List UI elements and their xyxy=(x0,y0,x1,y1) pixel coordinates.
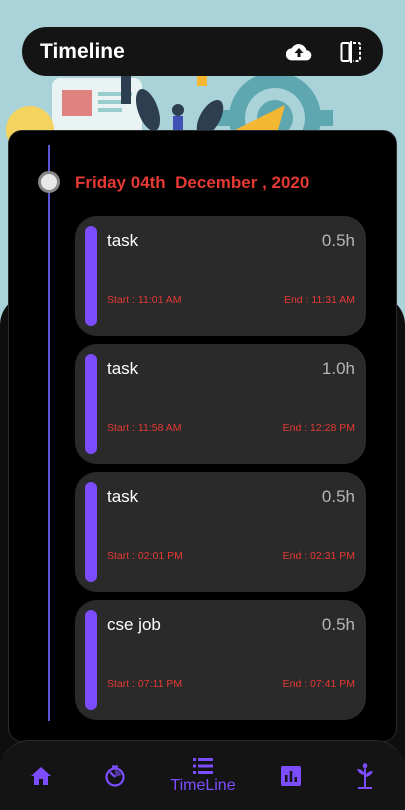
task-name: task xyxy=(107,231,139,250)
plant-icon xyxy=(357,763,373,789)
nav-label-timeline: TimeLine xyxy=(170,777,236,794)
task-color-bar xyxy=(85,226,97,326)
split-view-icon[interactable] xyxy=(337,38,365,66)
timeline-dot xyxy=(38,171,60,193)
task-start-time: Start : 11:01 AM xyxy=(107,294,182,306)
task-start-time: Start : 07:11 PM xyxy=(107,678,183,690)
nav-item-timeline[interactable]: TimeLine xyxy=(160,741,246,810)
task-duration: 0.5h xyxy=(321,615,355,634)
top-app-bar: Timeline xyxy=(22,27,383,76)
page-title: Timeline xyxy=(40,39,125,63)
task-color-bar xyxy=(85,354,97,454)
list-icon xyxy=(193,758,213,774)
task-name: task xyxy=(107,359,139,378)
date-header: Friday 04th December , 2020 xyxy=(75,173,310,192)
bar-chart-icon xyxy=(281,766,301,786)
task-duration: 1.0h xyxy=(321,359,355,378)
task-name: task xyxy=(107,487,139,506)
appbar-actions xyxy=(285,38,365,66)
task-end-time: End : 11:31 AM xyxy=(283,294,355,306)
task-item[interactable]: task 0.5h Start : 02:01 PM End : 02:31 P… xyxy=(75,472,366,592)
task-color-bar xyxy=(85,482,97,582)
task-end-time: End : 12:28 PM xyxy=(282,422,355,434)
task-item[interactable]: task 1.0h Start : 11:58 AM End : 12:28 P… xyxy=(75,344,366,464)
task-end-time: End : 02:31 PM xyxy=(282,550,355,562)
task-color-bar xyxy=(85,610,97,710)
task-item[interactable]: task 0.5h Start : 11:01 AM End : 11:31 A… xyxy=(75,216,366,336)
task-name: cse job xyxy=(107,615,161,634)
bottom-navigation: TimeLine xyxy=(0,740,405,810)
task-start-time: Start : 02:01 PM xyxy=(107,550,183,562)
home-icon xyxy=(31,767,51,785)
timer-icon xyxy=(105,765,125,787)
nav-item-stats[interactable] xyxy=(272,741,310,810)
nav-item-timer[interactable] xyxy=(96,741,134,810)
task-item[interactable]: cse job 0.5h Start : 07:11 PM End : 07:4… xyxy=(75,600,366,720)
task-duration: 0.5h xyxy=(321,231,355,250)
nav-item-plant[interactable] xyxy=(346,741,384,810)
task-duration: 0.5h xyxy=(321,487,355,506)
nav-item-home[interactable] xyxy=(22,741,60,810)
timeline-card: Friday 04th December , 2020 task 0.5h St… xyxy=(8,130,397,742)
task-end-time: End : 07:41 PM xyxy=(282,678,355,690)
timeline-line xyxy=(48,145,50,721)
cloud-upload-icon[interactable] xyxy=(285,38,313,66)
task-start-time: Start : 11:58 AM xyxy=(107,422,182,434)
